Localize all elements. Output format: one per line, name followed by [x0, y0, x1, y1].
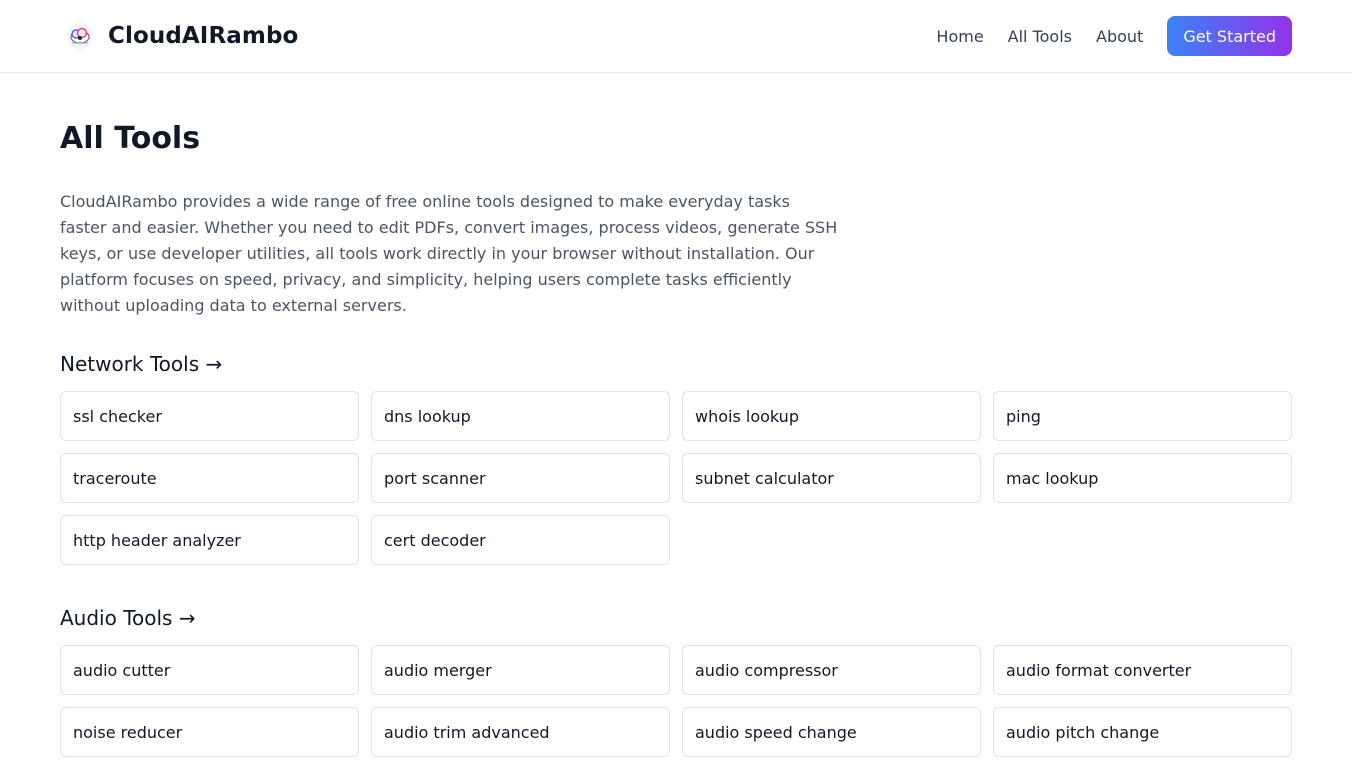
audio-tools-heading[interactable]: Audio Tools →	[60, 604, 196, 632]
page-title: All Tools	[60, 121, 201, 156]
audio-tools-grid: audio cutter audio merger audio compress…	[60, 645, 1292, 757]
tool-card-dns-lookup[interactable]: dns lookup	[371, 391, 670, 441]
tool-card-mac-lookup[interactable]: mac lookup	[993, 453, 1292, 503]
tool-card-cert-decoder[interactable]: cert decoder	[371, 515, 670, 565]
site-header: CloudAIRambo Home All Tools About Get St…	[0, 0, 1352, 73]
nav-about-link[interactable]: About	[1096, 27, 1143, 46]
nav-all-tools-link[interactable]: All Tools	[1008, 27, 1072, 46]
tool-card-audio-merger[interactable]: audio merger	[371, 645, 670, 695]
tool-card-noise-reducer[interactable]: noise reducer	[60, 707, 359, 757]
nav-home-link[interactable]: Home	[936, 27, 983, 46]
tool-card-traceroute[interactable]: traceroute	[60, 453, 359, 503]
tool-card-ping[interactable]: ping	[993, 391, 1292, 441]
cloud-logo-icon	[60, 16, 100, 56]
get-started-button[interactable]: Get Started	[1167, 16, 1292, 56]
tool-card-subnet-calculator[interactable]: subnet calculator	[682, 453, 981, 503]
tool-card-port-scanner[interactable]: port scanner	[371, 453, 670, 503]
tool-card-http-header-analyzer[interactable]: http header analyzer	[60, 515, 359, 565]
tool-card-audio-pitch-change[interactable]: audio pitch change	[993, 707, 1292, 757]
tool-card-audio-compressor[interactable]: audio compressor	[682, 645, 981, 695]
main-nav: Home All Tools About Get Started	[936, 16, 1292, 56]
brand-name: CloudAIRambo	[108, 23, 299, 49]
network-tools-grid: ssl checker dns lookup whois lookup ping…	[60, 391, 1292, 565]
network-tools-heading[interactable]: Network Tools →	[60, 350, 222, 378]
tool-card-audio-cutter[interactable]: audio cutter	[60, 645, 359, 695]
tool-card-audio-format-converter[interactable]: audio format converter	[993, 645, 1292, 695]
tool-card-whois-lookup[interactable]: whois lookup	[682, 391, 981, 441]
brand-link[interactable]: CloudAIRambo	[60, 16, 298, 56]
tool-card-audio-speed-change[interactable]: audio speed change	[682, 707, 981, 757]
tool-card-ssl-checker[interactable]: ssl checker	[60, 391, 359, 441]
tool-card-audio-trim-advanced[interactable]: audio trim advanced	[371, 707, 670, 757]
intro-paragraph: CloudAIRambo provides a wide range of fr…	[60, 192, 838, 315]
